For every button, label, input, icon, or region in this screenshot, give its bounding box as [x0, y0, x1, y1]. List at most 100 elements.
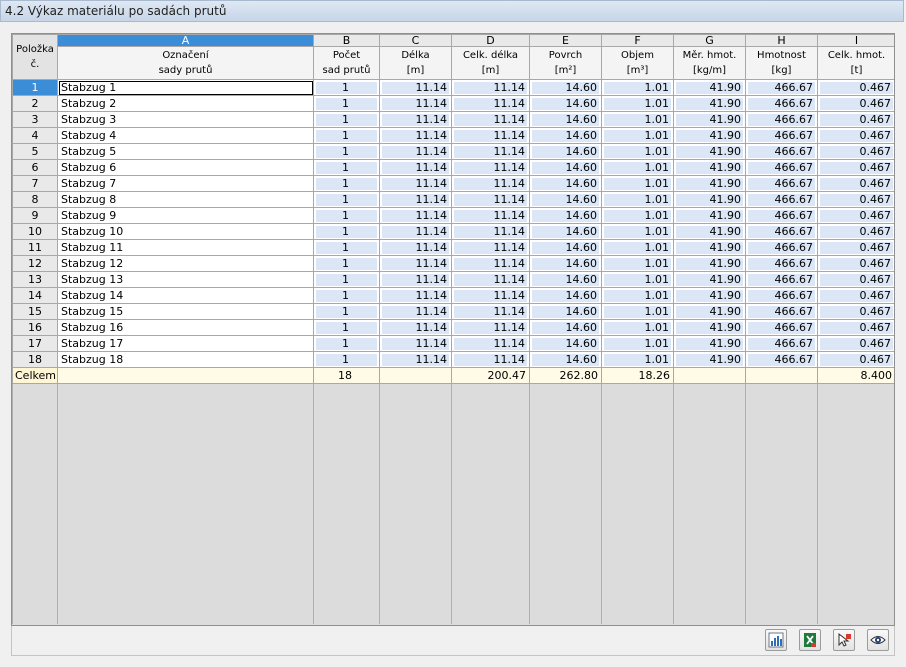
weight-cell[interactable]: 466.67 [745, 127, 818, 144]
length-cell[interactable]: 11.14 [379, 191, 452, 208]
table-row[interactable]: 12 Stabzug 12 1 11.14 11.14 14.60 1.01 41.90 466… [12, 255, 894, 272]
weight-cell[interactable]: 466.67 [745, 319, 818, 336]
name-cell[interactable]: Stabzug 13 [57, 271, 314, 288]
name-cell[interactable]: Stabzug 16 [57, 319, 314, 336]
name-cell[interactable]: Stabzug 18 [57, 351, 314, 368]
table-row[interactable]: 4 Stabzug 4 1 11.14 11.14 14.60 1.01 41.90 466.6… [12, 127, 894, 144]
row-number[interactable]: 3 [12, 111, 58, 128]
row-number[interactable]: 8 [12, 191, 58, 208]
select-member-button[interactable] [833, 629, 855, 651]
column-letter-a[interactable]: A [57, 34, 314, 47]
total-length-cell[interactable]: 11.14 [451, 223, 530, 240]
table-row[interactable]: 8 Stabzug 8 1 11.14 11.14 14.60 1.01 41.90 466.6… [12, 191, 894, 208]
chart-button[interactable] [765, 629, 787, 651]
volume-cell[interactable]: 1.01 [601, 111, 674, 128]
name-cell[interactable]: Stabzug 8 [57, 191, 314, 208]
volume-cell[interactable]: 1.01 [601, 191, 674, 208]
table-row[interactable]: 11 Stabzug 11 1 11.14 11.14 14.60 1.01 41.90 466… [12, 239, 894, 256]
total-length-cell[interactable]: 11.14 [451, 303, 530, 320]
weight-cell[interactable]: 466.67 [745, 223, 818, 240]
weight-cell[interactable]: 466.67 [745, 111, 818, 128]
length-cell[interactable]: 11.14 [379, 79, 452, 96]
column-header-total-weight[interactable]: Celk. hmot. [t] [817, 46, 894, 80]
surface-cell[interactable]: 14.60 [529, 223, 602, 240]
unit-weight-cell[interactable]: 41.90 [673, 95, 746, 112]
total-weight-cell[interactable]: 0.467 [817, 111, 894, 128]
surface-cell[interactable]: 14.60 [529, 271, 602, 288]
length-cell[interactable]: 11.14 [379, 287, 452, 304]
count-cell[interactable]: 1 [313, 191, 380, 208]
surface-cell[interactable]: 14.60 [529, 255, 602, 272]
total-weight-cell[interactable]: 0.467 [817, 319, 894, 336]
name-cell[interactable]: Stabzug 14 [57, 287, 314, 304]
column-header-unit-weight[interactable]: Měr. hmot. [kg/m] [673, 46, 746, 80]
length-cell[interactable]: 11.14 [379, 143, 452, 160]
total-weight-cell[interactable]: 0.467 [817, 143, 894, 160]
weight-cell[interactable]: 466.67 [745, 95, 818, 112]
name-cell[interactable]: Stabzug 5 [57, 143, 314, 160]
unit-weight-cell[interactable]: 41.90 [673, 191, 746, 208]
name-cell[interactable]: Stabzug 6 [57, 159, 314, 176]
length-cell[interactable]: 11.14 [379, 127, 452, 144]
weight-cell[interactable]: 466.67 [745, 287, 818, 304]
volume-cell[interactable]: 1.01 [601, 239, 674, 256]
total-weight-cell[interactable]: 0.467 [817, 271, 894, 288]
column-header-volume[interactable]: Objem [m³] [601, 46, 674, 80]
export-excel-button[interactable] [799, 629, 821, 651]
count-cell[interactable]: 1 [313, 79, 380, 96]
total-weight-cell[interactable]: 0.467 [817, 255, 894, 272]
table-row[interactable]: 13 Stabzug 13 1 11.14 11.14 14.60 1.01 41.90 466… [12, 271, 894, 288]
name-cell[interactable]: Stabzug 3 [57, 111, 314, 128]
total-weight-cell[interactable]: 0.467 [817, 303, 894, 320]
row-number[interactable]: 17 [12, 335, 58, 352]
table-row[interactable]: 16 Stabzug 16 1 11.14 11.14 14.60 1.01 41.90 466… [12, 319, 894, 336]
unit-weight-cell[interactable]: 41.90 [673, 143, 746, 160]
name-cell[interactable]: Stabzug 15 [57, 303, 314, 320]
length-cell[interactable]: 11.14 [379, 223, 452, 240]
volume-cell[interactable]: 1.01 [601, 207, 674, 224]
unit-weight-cell[interactable]: 41.90 [673, 111, 746, 128]
total-weight-cell[interactable]: 0.467 [817, 79, 894, 96]
name-cell[interactable]: Stabzug 17 [57, 335, 314, 352]
weight-cell[interactable]: 466.67 [745, 159, 818, 176]
total-length-cell[interactable]: 11.14 [451, 239, 530, 256]
unit-weight-cell[interactable]: 41.90 [673, 319, 746, 336]
total-length-cell[interactable]: 11.14 [451, 95, 530, 112]
surface-cell[interactable]: 14.60 [529, 143, 602, 160]
volume-cell[interactable]: 1.01 [601, 175, 674, 192]
row-number[interactable]: 15 [12, 303, 58, 320]
row-number[interactable]: 5 [12, 143, 58, 160]
count-cell[interactable]: 1 [313, 271, 380, 288]
row-number[interactable]: 16 [12, 319, 58, 336]
weight-cell[interactable]: 466.67 [745, 175, 818, 192]
total-weight-cell[interactable]: 0.467 [817, 287, 894, 304]
weight-cell[interactable]: 466.67 [745, 143, 818, 160]
row-number[interactable]: 4 [12, 127, 58, 144]
length-cell[interactable]: 11.14 [379, 111, 452, 128]
weight-cell[interactable]: 466.67 [745, 207, 818, 224]
column-letter-f[interactable]: F [601, 34, 674, 47]
table-row[interactable]: 17 Stabzug 17 1 11.14 11.14 14.60 1.01 41.90 466… [12, 335, 894, 352]
row-number[interactable]: 7 [12, 175, 58, 192]
name-cell[interactable]: Stabzug 12 [57, 255, 314, 272]
volume-cell[interactable]: 1.01 [601, 351, 674, 368]
total-length-cell[interactable]: 11.14 [451, 111, 530, 128]
column-letter-i[interactable]: I [817, 34, 894, 47]
row-number[interactable]: 2 [12, 95, 58, 112]
unit-weight-cell[interactable]: 41.90 [673, 351, 746, 368]
unit-weight-cell[interactable]: 41.90 [673, 271, 746, 288]
total-length-cell[interactable]: 11.14 [451, 191, 530, 208]
unit-weight-cell[interactable]: 41.90 [673, 175, 746, 192]
unit-weight-cell[interactable]: 41.90 [673, 287, 746, 304]
volume-cell[interactable]: 1.01 [601, 159, 674, 176]
table-row[interactable]: 10 Stabzug 10 1 11.14 11.14 14.60 1.01 41.90 466… [12, 223, 894, 240]
name-cell[interactable]: Stabzug 9 [57, 207, 314, 224]
total-weight-cell[interactable]: 0.467 [817, 191, 894, 208]
total-weight-cell[interactable]: 0.467 [817, 207, 894, 224]
total-length-cell[interactable]: 11.14 [451, 335, 530, 352]
table-row[interactable]: 5 Stabzug 5 1 11.14 11.14 14.60 1.01 41.90 466.6… [12, 143, 894, 160]
length-cell[interactable]: 11.14 [379, 335, 452, 352]
total-length-cell[interactable]: 11.14 [451, 351, 530, 368]
surface-cell[interactable]: 14.60 [529, 191, 602, 208]
count-cell[interactable]: 1 [313, 239, 380, 256]
